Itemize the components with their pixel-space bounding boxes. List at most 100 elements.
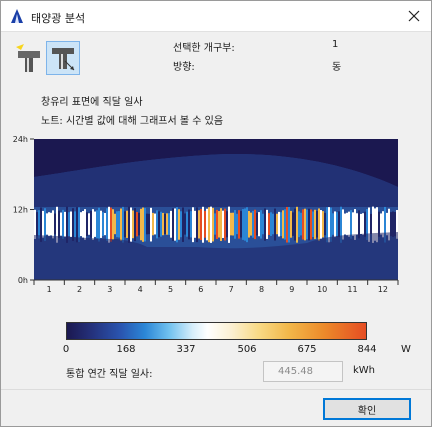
heatmap-cell xyxy=(202,206,204,243)
colorbar-tick: 506 xyxy=(237,344,257,355)
heatmap-cell xyxy=(122,206,124,243)
heatmap-cell xyxy=(194,210,196,238)
heatmap-cell xyxy=(92,209,94,240)
solar-heatmap-chart: 24h12h0h 1 2 3 4 5 6 7 8 9 10 11 12 xyxy=(13,135,399,294)
heatmap-cell xyxy=(268,213,270,235)
heatmap-cell xyxy=(246,207,248,243)
heatmap-cell xyxy=(152,212,154,236)
colorbar-unit: W xyxy=(401,344,411,355)
colorbar xyxy=(66,322,367,340)
heatmap-cell xyxy=(212,207,214,242)
heatmap-cell xyxy=(270,212,272,236)
x-axis: 1 2 3 4 5 6 7 8 9 10 11 12 xyxy=(33,280,399,294)
heatmap-cell xyxy=(178,209,180,240)
heatmap-cell xyxy=(284,209,286,240)
heatmap-cell xyxy=(274,208,276,241)
y-tick-label: 12h xyxy=(13,206,28,215)
x-tick-label: 10 xyxy=(317,285,327,294)
heatmap-cell xyxy=(314,209,316,240)
heatmap-cell xyxy=(68,212,70,237)
heatmap-cell xyxy=(300,212,302,236)
heatmap-cell xyxy=(280,212,282,237)
colorbar-tick: 168 xyxy=(116,344,136,355)
heatmap-cell xyxy=(142,207,144,242)
heatmap-cell xyxy=(82,210,84,238)
heatmap-cell xyxy=(210,206,212,243)
heatmap-cell xyxy=(342,209,344,240)
ok-button[interactable]: 확인 xyxy=(323,398,411,420)
heatmap-cell xyxy=(298,211,300,238)
heatmap-cell xyxy=(334,211,336,238)
annual-direct-radiation-unit: kWh xyxy=(353,365,376,376)
heatmap-cell xyxy=(264,208,266,241)
heatmap-cell xyxy=(114,213,116,235)
heatmap-cell xyxy=(318,208,320,241)
heatmap-cell xyxy=(140,208,142,241)
heatmap-cell xyxy=(106,208,108,241)
heatmap-cell xyxy=(294,208,296,241)
title-bar: 태양광 분석 xyxy=(1,1,431,32)
heatmap-cell xyxy=(154,213,156,235)
heatmap-cell xyxy=(380,213,382,235)
heatmap-cell xyxy=(76,207,78,243)
selected-openings-label: 선택한 개구부: xyxy=(173,43,235,54)
heatmap-cell xyxy=(98,207,100,242)
heatmap-cell xyxy=(130,207,132,242)
heatmap-cell xyxy=(90,210,92,238)
x-tick-label: 8 xyxy=(259,285,264,294)
heatmap-cell xyxy=(138,212,140,236)
heatmap-cell xyxy=(126,210,128,238)
close-button[interactable] xyxy=(405,7,423,25)
heatmap-cell xyxy=(182,207,184,242)
heatmap-cell xyxy=(240,211,242,238)
heatmap-cell xyxy=(144,207,146,242)
heatmap-cell xyxy=(94,211,96,237)
heatmap-cell xyxy=(180,211,182,238)
heatmap-cell xyxy=(34,209,36,240)
heatmap-cell xyxy=(160,211,162,237)
heatmap-cell xyxy=(386,212,388,236)
close-icon xyxy=(408,10,420,22)
heatmap-cell xyxy=(174,208,176,241)
annual-direct-radiation-field xyxy=(263,361,343,382)
heatmap-cell xyxy=(84,209,86,240)
heatmap-cell xyxy=(292,212,294,236)
heatmap-cell xyxy=(302,209,304,240)
heatmap-cell xyxy=(104,212,106,236)
heatmap-cell xyxy=(222,210,224,238)
heatmap-cell xyxy=(234,210,236,239)
x-tick-label: 6 xyxy=(198,285,203,294)
sun-window-tool-button[interactable] xyxy=(15,43,45,75)
colorbar-tick: 0 xyxy=(62,344,70,355)
heatmap-cell xyxy=(146,213,148,235)
heatmap-cell xyxy=(332,213,334,235)
heatmap-cell xyxy=(262,213,264,235)
heatmap-cell xyxy=(78,207,80,242)
heatmap-cell xyxy=(350,210,352,239)
heatmap-cell xyxy=(360,213,362,235)
heatmap-cell xyxy=(156,210,158,239)
y-tick-label: 24h xyxy=(13,135,28,144)
heatmap-cell xyxy=(324,212,326,236)
heatmap-cell xyxy=(136,211,138,237)
heatmap-cell xyxy=(216,209,218,239)
heatmap-cell xyxy=(370,213,372,234)
sun-window-opening-tool-button[interactable] xyxy=(46,41,80,75)
heatmap-cell xyxy=(278,211,280,237)
window-title: 태양광 분석 xyxy=(31,12,86,25)
heatmap-cell xyxy=(236,213,238,235)
heatmap-cell xyxy=(158,211,160,238)
heatmap-cell xyxy=(102,212,104,237)
heatmap-cell xyxy=(338,211,340,238)
heatmap-cell xyxy=(62,209,64,239)
heatmap-cell xyxy=(176,207,178,243)
heatmap-cell xyxy=(118,211,120,238)
heatmap-cell xyxy=(252,210,254,238)
heatmap-cell xyxy=(60,212,62,236)
heatmap-cell xyxy=(150,207,152,242)
app-icon xyxy=(9,8,25,24)
heatmap-cell xyxy=(48,212,50,237)
heatmap-cell xyxy=(120,208,122,241)
heatmap-cell xyxy=(110,207,112,242)
heatmap-cell xyxy=(296,206,298,243)
